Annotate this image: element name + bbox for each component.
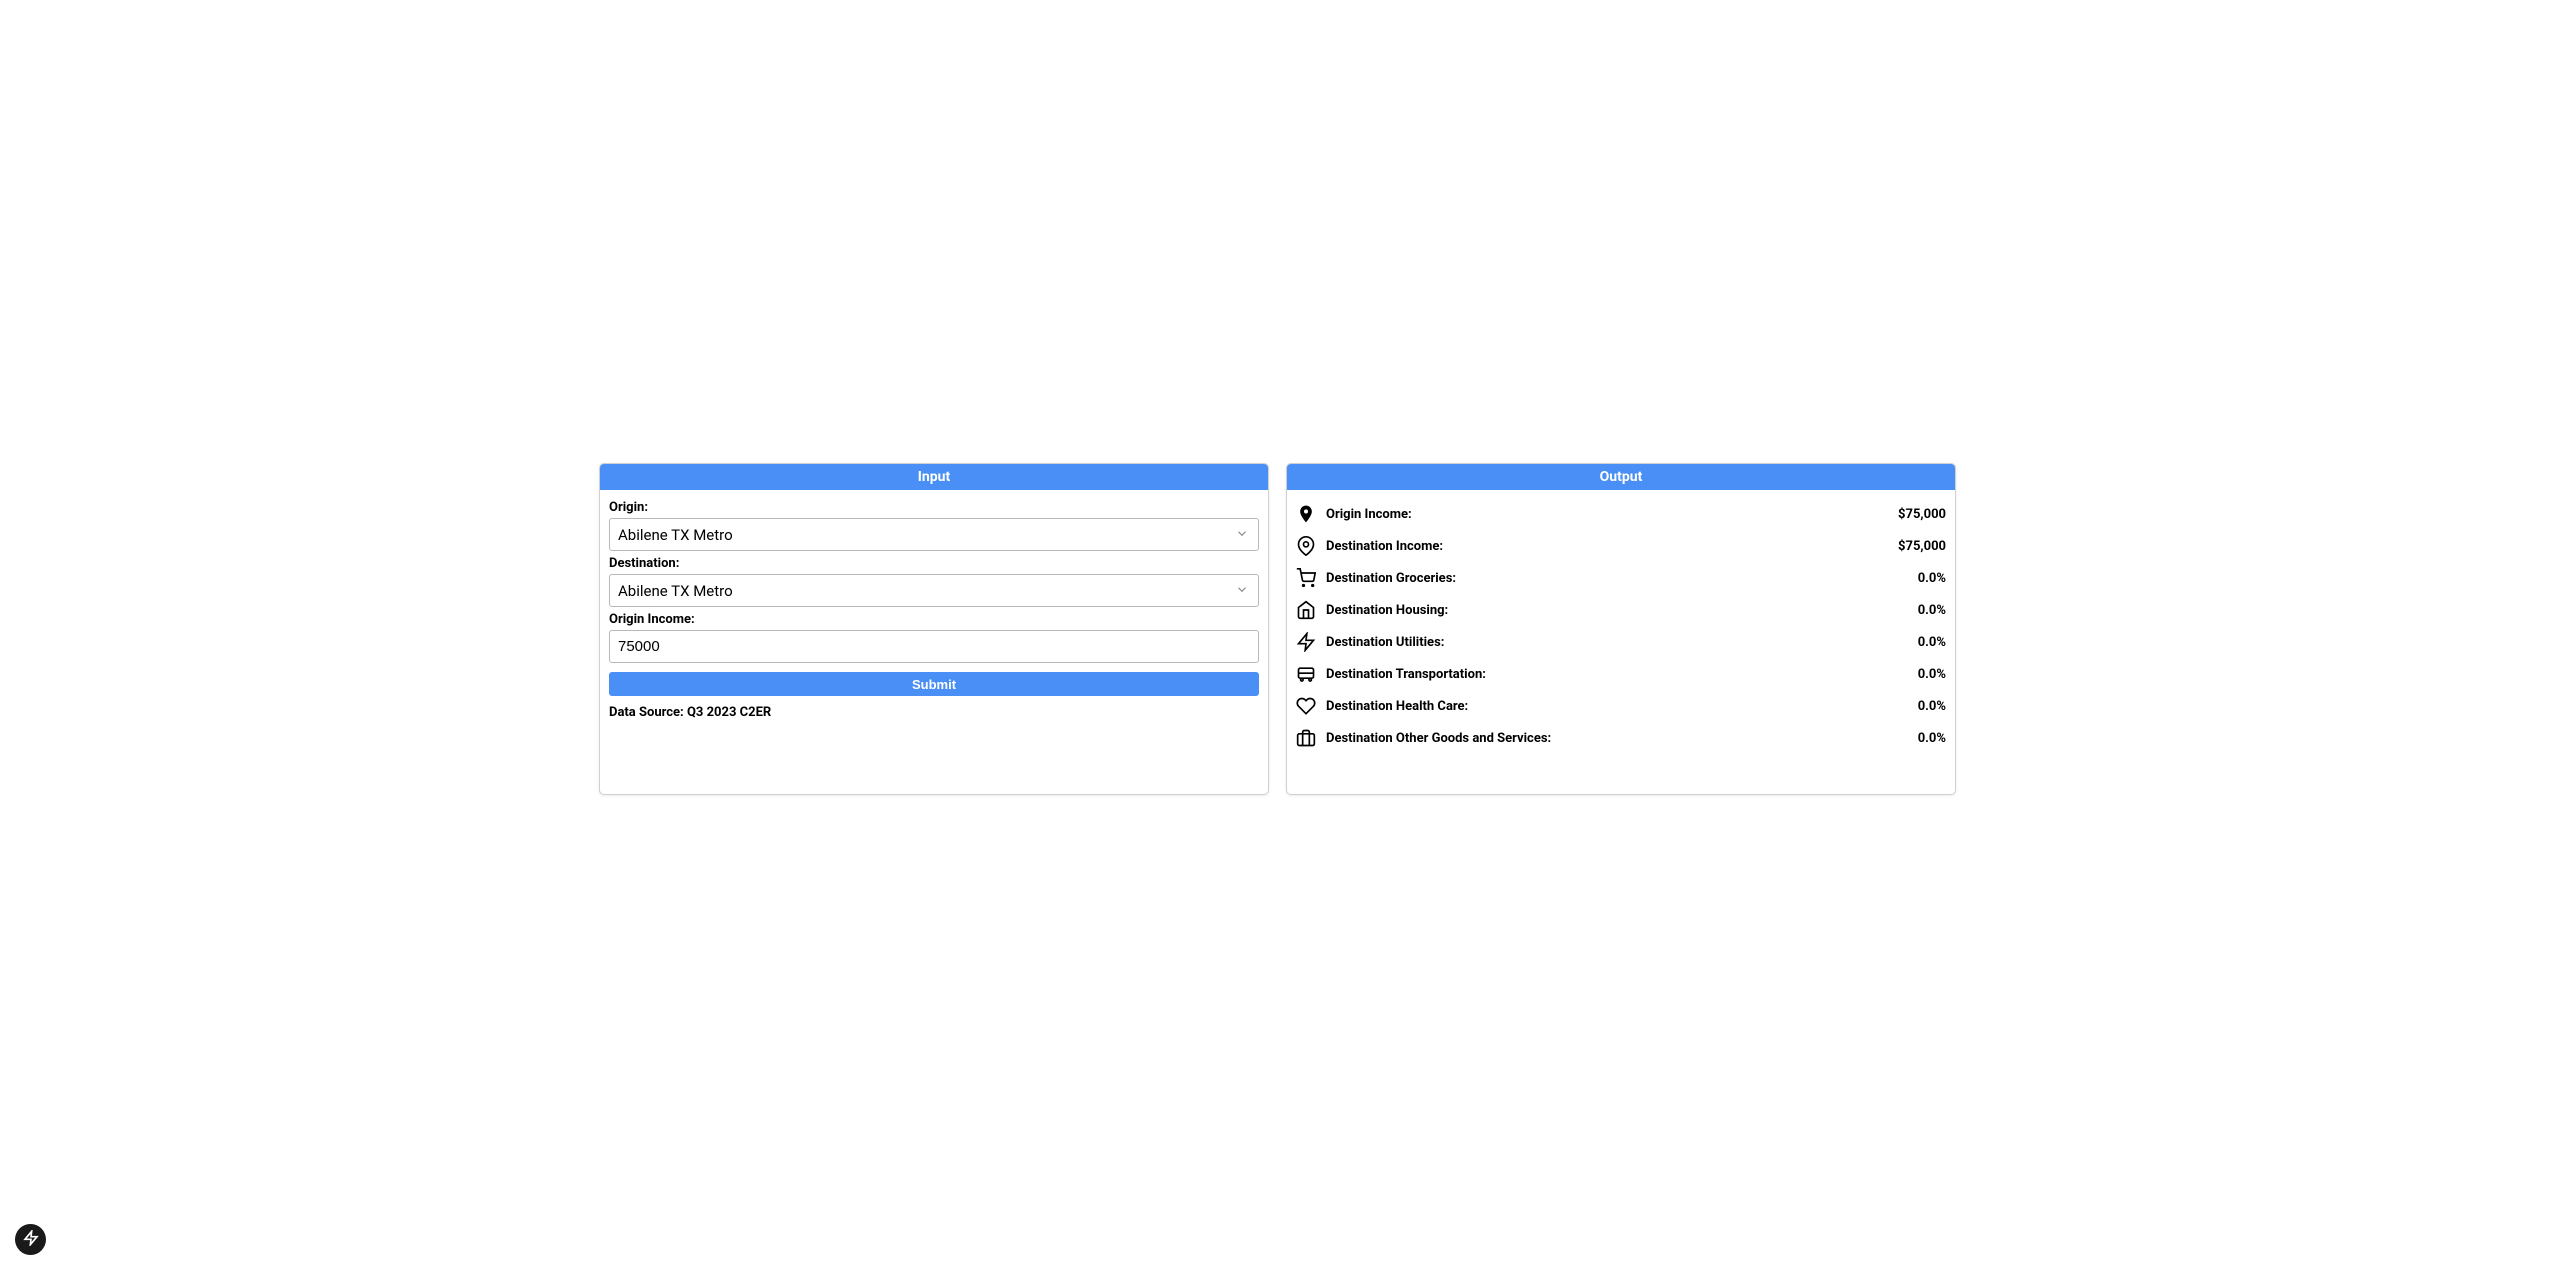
row-value: 0.0% [1918, 699, 1946, 714]
fab-button[interactable] [15, 1224, 46, 1255]
row-value: 0.0% [1918, 603, 1946, 618]
bus-icon [1296, 664, 1316, 684]
output-body: Origin Income: $75,000 Destination Incom… [1287, 490, 1955, 794]
input-header: Input [600, 464, 1268, 490]
main-container: Input Origin: Abilene TX Metro Destinati… [599, 463, 1956, 795]
output-row-groceries: Destination Groceries: 0.0% [1296, 562, 1946, 594]
row-label: Origin Income: [1326, 507, 1898, 522]
row-value: 0.0% [1918, 571, 1946, 586]
destination-select-wrap: Abilene TX Metro [609, 574, 1259, 607]
income-input[interactable] [609, 630, 1259, 663]
origin-select-wrap: Abilene TX Metro [609, 518, 1259, 551]
output-row-destination-income: Destination Income: $75,000 [1296, 530, 1946, 562]
origin-select-value: Abilene TX Metro [618, 526, 733, 544]
output-row-transportation: Destination Transportation: 0.0% [1296, 658, 1946, 690]
origin-label: Origin: [609, 500, 1259, 515]
destination-label: Destination: [609, 556, 1259, 571]
output-header: Output [1287, 464, 1955, 490]
row-label: Destination Transportation: [1326, 667, 1918, 682]
row-value: 0.0% [1918, 667, 1946, 682]
lightning-icon [1296, 632, 1316, 652]
income-label: Origin Income: [609, 612, 1259, 627]
output-card: Output Origin Income: $75,000 Destinatio… [1286, 463, 1956, 795]
map-pin-filled-icon [1296, 504, 1316, 524]
destination-select-value: Abilene TX Metro [618, 582, 733, 600]
destination-select[interactable]: Abilene TX Metro [609, 574, 1259, 607]
row-value: 0.0% [1918, 731, 1946, 746]
output-row-origin-income: Origin Income: $75,000 [1296, 498, 1946, 530]
heart-icon [1296, 696, 1316, 716]
output-row-housing: Destination Housing: 0.0% [1296, 594, 1946, 626]
output-row-healthcare: Destination Health Care: 0.0% [1296, 690, 1946, 722]
input-card: Input Origin: Abilene TX Metro Destinati… [599, 463, 1269, 795]
row-label: Destination Health Care: [1326, 699, 1918, 714]
row-label: Destination Groceries: [1326, 571, 1918, 586]
output-row-other-goods: Destination Other Goods and Services: 0.… [1296, 722, 1946, 754]
output-row-utilities: Destination Utilities: 0.0% [1296, 626, 1946, 658]
row-value: $75,000 [1898, 507, 1946, 522]
row-value: $75,000 [1898, 539, 1946, 554]
row-label: Destination Utilities: [1326, 635, 1918, 650]
row-label: Destination Housing: [1326, 603, 1918, 618]
briefcase-icon [1296, 728, 1316, 748]
row-label: Destination Income: [1326, 539, 1898, 554]
submit-button[interactable]: Submit [609, 672, 1259, 696]
shopping-cart-icon [1296, 568, 1316, 588]
input-body: Origin: Abilene TX Metro Destination: Ab… [600, 490, 1268, 760]
home-icon [1296, 600, 1316, 620]
lightning-icon [23, 1230, 39, 1250]
row-label: Destination Other Goods and Services: [1326, 731, 1918, 746]
origin-select[interactable]: Abilene TX Metro [609, 518, 1259, 551]
map-pin-outline-icon [1296, 536, 1316, 556]
data-source-text: Data Source: Q3 2023 C2ER [609, 705, 1259, 720]
row-value: 0.0% [1918, 635, 1946, 650]
